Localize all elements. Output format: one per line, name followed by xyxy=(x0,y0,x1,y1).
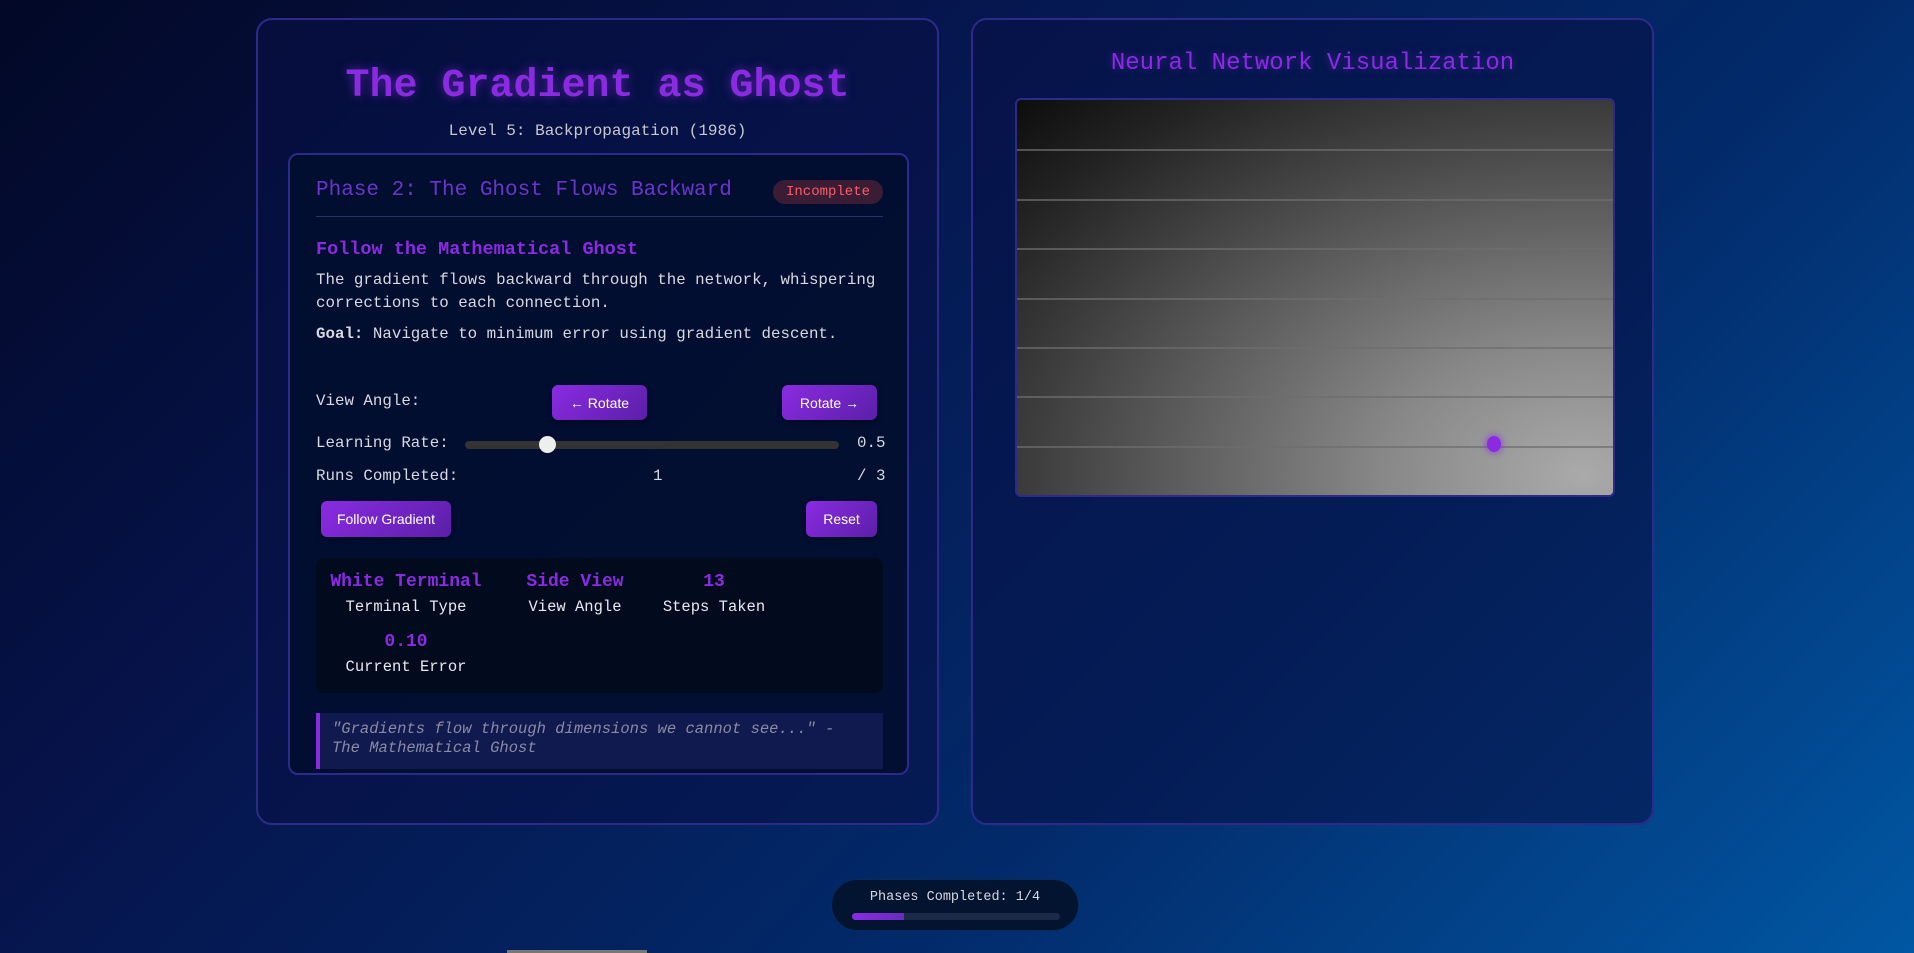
rotate-left-button[interactable]: ← Rotate xyxy=(552,385,647,420)
runs-label: Runs Completed: xyxy=(316,467,459,485)
stat-terminal-type: White Terminal Terminal Type xyxy=(316,572,496,616)
learning-rate-label: Learning Rate: xyxy=(316,434,449,452)
grid-line xyxy=(1017,198,1613,201)
network-canvas[interactable] xyxy=(1015,98,1615,497)
stat-label: Terminal Type xyxy=(345,598,467,616)
visualization-title: Neural Network Visualization xyxy=(1110,50,1515,77)
game-panel: The Gradient as Ghost Level 5: Backpropa… xyxy=(256,18,939,825)
grid-line xyxy=(1017,149,1613,152)
phase-description: The gradient flows backward through the … xyxy=(316,271,876,312)
stat-value: 0.10 xyxy=(384,632,428,652)
progress-fill xyxy=(852,913,904,920)
slider-thumb[interactable] xyxy=(539,436,557,453)
ghost-marker xyxy=(1487,436,1501,452)
stat-steps-taken: 13 Steps Taken xyxy=(624,572,804,616)
grid-line xyxy=(1017,346,1613,349)
grid-line xyxy=(1017,248,1613,251)
phase-card: Phase 2: The Ghost Flows Backward Incomp… xyxy=(288,153,909,775)
runs-total: / 3 xyxy=(857,467,886,485)
progress-bar xyxy=(852,913,1060,920)
phase-title: Phase 2: The Ghost Flows Backward xyxy=(316,179,732,202)
stat-value: White Terminal xyxy=(330,572,482,592)
reset-button[interactable]: Reset xyxy=(806,501,877,537)
rotate-right-button[interactable]: Rotate → xyxy=(782,385,877,420)
learning-rate-value: 0.5 xyxy=(857,434,886,452)
goal-label: Goal: xyxy=(316,325,364,343)
page-title: The Gradient as Ghost xyxy=(345,64,850,109)
view-angle-label: View Angle: xyxy=(316,392,421,410)
goal-text: Goal: Navigate to minimum error using gr… xyxy=(316,325,837,343)
divider xyxy=(316,216,883,217)
status-badge: Incomplete xyxy=(772,180,883,204)
phase-heading: Follow the Mathematical Ghost xyxy=(316,239,638,260)
grid-line xyxy=(1017,445,1613,448)
progress-label: Phases Completed: 1/4 xyxy=(869,890,1041,905)
grid-line xyxy=(1017,297,1613,300)
stat-current-error: 0.10 Current Error xyxy=(316,632,496,676)
stats-panel: White Terminal Terminal Type Side View Vie… xyxy=(316,558,883,693)
visualization-panel: Neural Network Visualization xyxy=(971,18,1654,825)
stat-value: 13 xyxy=(703,572,725,592)
goal-value: Navigate to minimum error using gradient… xyxy=(363,325,838,343)
runs-value: 1 xyxy=(653,467,663,485)
level-subtitle: Level 5: Backpropagation (1986) xyxy=(448,122,747,140)
grid-line xyxy=(1017,396,1613,399)
progress-indicator: Phases Completed: 1/4 xyxy=(831,879,1079,931)
follow-gradient-button[interactable]: Follow Gradient xyxy=(321,501,451,537)
stat-label: Steps Taken xyxy=(662,598,766,616)
ghost-quote: "Gradients flow through dimensions we ca… xyxy=(316,713,883,769)
learning-rate-slider[interactable] xyxy=(465,436,839,453)
stat-label: Current Error xyxy=(345,658,467,676)
